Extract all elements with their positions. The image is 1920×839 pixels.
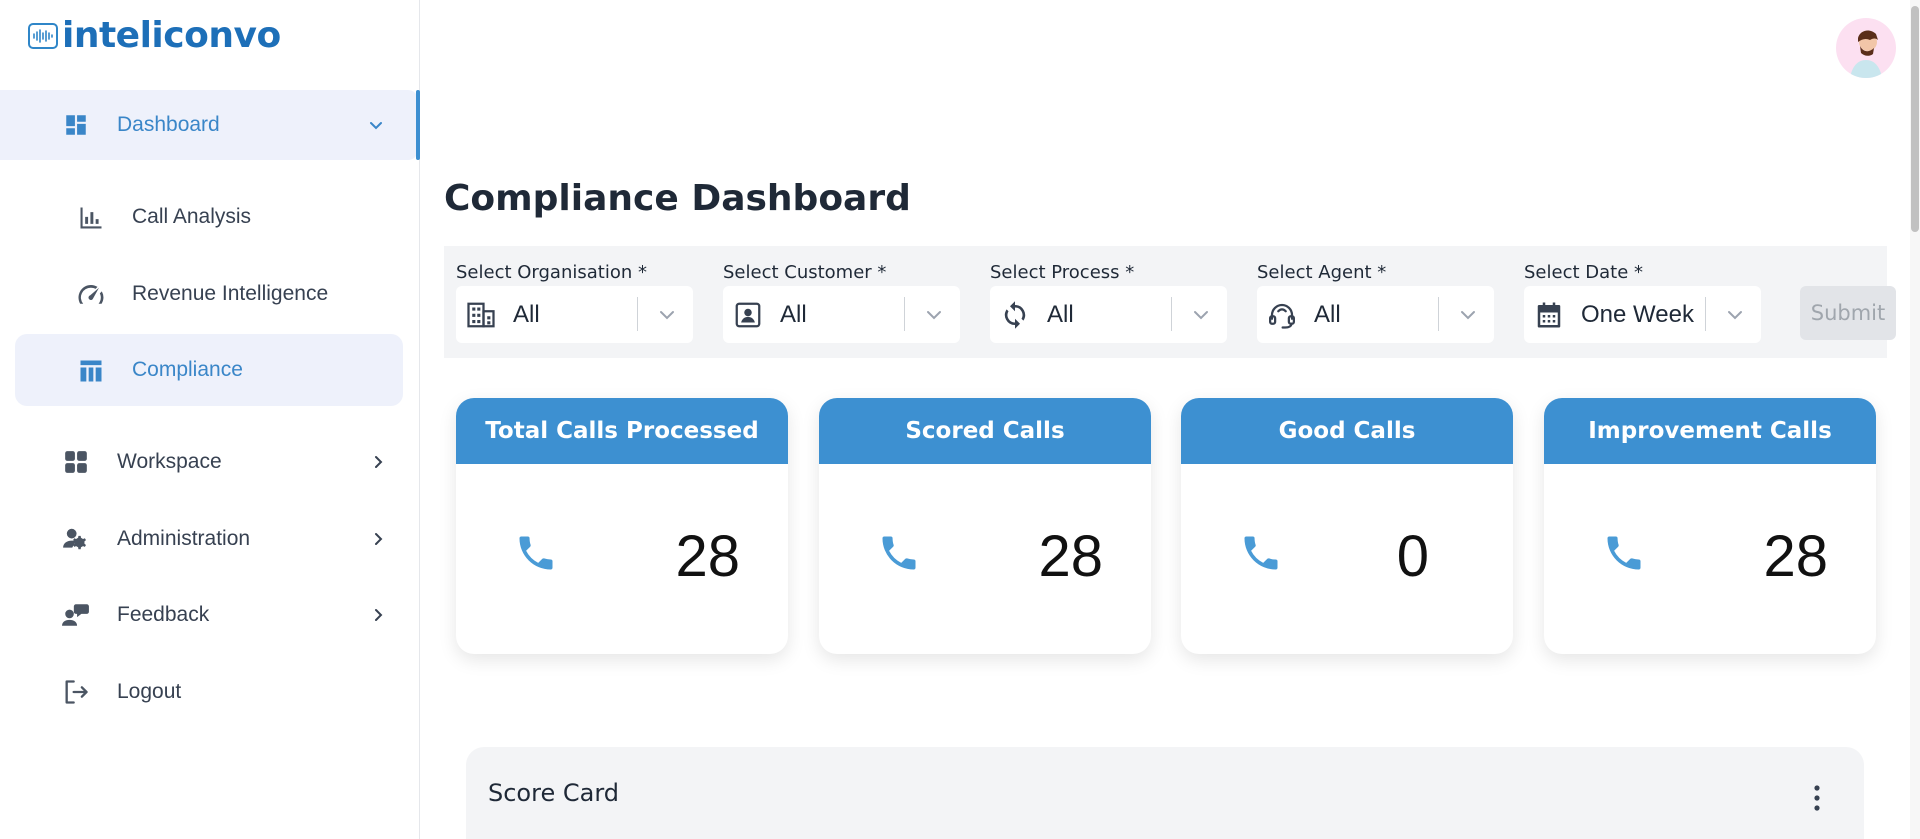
select-value: All	[780, 301, 807, 328]
chevron-right-icon[interactable]	[370, 607, 386, 623]
stat-card-total-calls: Total Calls Processed 28	[456, 398, 788, 654]
contact-card-icon	[733, 300, 763, 330]
scrollbar-thumb[interactable]	[1911, 6, 1919, 232]
building-icon	[466, 300, 496, 330]
sidebar-subitem-compliance[interactable]: Compliance	[15, 334, 403, 406]
chevron-right-icon[interactable]	[370, 531, 386, 547]
select-value: All	[513, 301, 540, 328]
app-root: inteliconvo Dashboard Call Analysis Reve…	[0, 0, 1920, 839]
logout-icon	[62, 678, 90, 706]
sidebar-subitem-label: Revenue Intelligence	[132, 282, 329, 305]
select-value: One Week	[1581, 301, 1694, 328]
sidebar-subitem-revenue-intelligence[interactable]: Revenue Intelligence	[15, 258, 403, 330]
select-value: All	[1314, 301, 1341, 328]
chevron-right-icon[interactable]	[370, 454, 386, 470]
sidebar-item-administration[interactable]: Administration	[0, 504, 420, 574]
page-title: Compliance Dashboard	[444, 178, 911, 219]
table-chart-icon	[76, 356, 106, 386]
brand-name: inteliconvo	[62, 15, 281, 56]
card-value: 28	[1038, 524, 1103, 589]
refresh-icon	[1000, 300, 1030, 330]
chevron-down-icon[interactable]	[1457, 304, 1479, 326]
card-title: Good Calls	[1181, 398, 1513, 464]
chevron-down-icon[interactable]	[923, 304, 945, 326]
sidebar-item-label: Feedback	[117, 603, 210, 626]
sidebar-item-label: Logout	[117, 680, 182, 703]
soundwave-icon	[28, 23, 58, 49]
sidebar-item-label: Administration	[117, 527, 251, 550]
date-select[interactable]: One Week	[1524, 286, 1761, 343]
select-divider	[637, 297, 638, 331]
brand-logo[interactable]: inteliconvo	[28, 16, 281, 56]
organisation-select[interactable]: All	[456, 286, 693, 343]
sidebar-item-label: Dashboard	[117, 113, 220, 136]
bar-chart-icon	[76, 203, 106, 233]
phone-icon	[877, 531, 921, 575]
headset-icon	[1267, 300, 1297, 330]
sidebar-item-label: Workspace	[117, 450, 222, 473]
card-value: 0	[1396, 524, 1429, 589]
speedometer-icon	[76, 280, 106, 310]
more-vertical-icon[interactable]	[1812, 783, 1822, 813]
customer-select[interactable]: All	[723, 286, 960, 343]
filter-label: Select Customer *	[723, 262, 887, 283]
score-card-title: Score Card	[488, 779, 619, 807]
sidebar-subitem-call-analysis[interactable]: Call Analysis	[15, 181, 403, 253]
process-select[interactable]: All	[990, 286, 1227, 343]
phone-icon	[514, 531, 558, 575]
card-value: 28	[1763, 524, 1828, 589]
filters-bar: Select Organisation * All Select Custome…	[444, 246, 1896, 358]
filter-label: Select Date *	[1524, 262, 1643, 283]
filter-process: Select Process * All	[990, 262, 1227, 343]
grid-icon	[62, 448, 90, 476]
filter-date: Select Date * One Week	[1524, 262, 1761, 343]
phone-icon	[1239, 531, 1283, 575]
card-title: Improvement Calls	[1544, 398, 1876, 464]
select-divider	[1171, 297, 1172, 331]
submit-button[interactable]: Submit	[1800, 286, 1896, 340]
filter-label: Select Agent *	[1257, 262, 1387, 283]
filter-label: Select Process *	[990, 262, 1135, 283]
main-content: Compliance Dashboard Select Organisation…	[421, 0, 1920, 839]
agent-select[interactable]: All	[1257, 286, 1494, 343]
stat-card-scored-calls: Scored Calls 28	[819, 398, 1151, 654]
select-divider	[1705, 297, 1706, 331]
sidebar-subitem-label: Call Analysis	[132, 205, 252, 228]
dashboard-icon	[62, 111, 90, 139]
calendar-icon	[1534, 300, 1564, 330]
chevron-down-icon[interactable]	[1190, 304, 1212, 326]
sidebar-item-workspace[interactable]: Workspace	[0, 427, 420, 497]
score-card-panel: Score Card	[466, 747, 1864, 839]
sidebar: inteliconvo Dashboard Call Analysis Reve…	[0, 0, 420, 839]
chevron-down-icon[interactable]	[656, 304, 678, 326]
sidebar-item-logout[interactable]: Logout	[0, 657, 420, 727]
select-divider	[1438, 297, 1439, 331]
card-title: Scored Calls	[819, 398, 1151, 464]
card-title: Total Calls Processed	[456, 398, 788, 464]
sidebar-item-dashboard[interactable]: Dashboard	[0, 90, 420, 160]
filter-agent: Select Agent * All	[1257, 262, 1494, 343]
select-value: All	[1047, 301, 1074, 328]
chevron-down-icon[interactable]	[1724, 304, 1746, 326]
stat-card-good-calls: Good Calls 0	[1181, 398, 1513, 654]
stat-card-improvement-calls: Improvement Calls 28	[1544, 398, 1876, 654]
feedback-icon	[62, 601, 90, 629]
sidebar-item-feedback[interactable]: Feedback	[0, 580, 420, 650]
vertical-scrollbar[interactable]	[1910, 0, 1920, 839]
filter-customer: Select Customer * All	[723, 262, 960, 343]
select-divider	[904, 297, 905, 331]
chevron-down-icon[interactable]	[368, 117, 384, 133]
admin-user-icon	[62, 525, 90, 553]
filter-label: Select Organisation *	[456, 262, 647, 283]
phone-icon	[1602, 531, 1646, 575]
card-value: 28	[675, 524, 740, 589]
user-avatar[interactable]	[1836, 18, 1896, 78]
filter-organisation: Select Organisation * All	[456, 262, 693, 343]
sidebar-subitem-label: Compliance	[132, 358, 243, 381]
